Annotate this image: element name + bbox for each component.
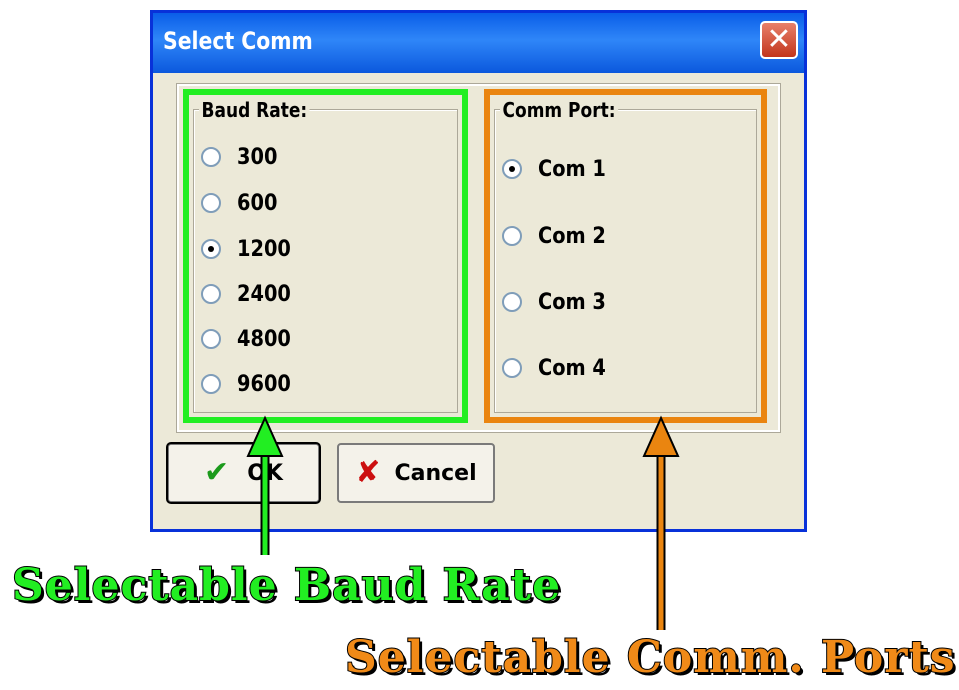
baud-arrow xyxy=(246,415,284,555)
port-arrow xyxy=(642,415,680,630)
comm-port-caption: Selectable Comm. Ports xyxy=(344,631,956,684)
baud-rate-caption: Selectable Baud Rate xyxy=(11,559,562,612)
